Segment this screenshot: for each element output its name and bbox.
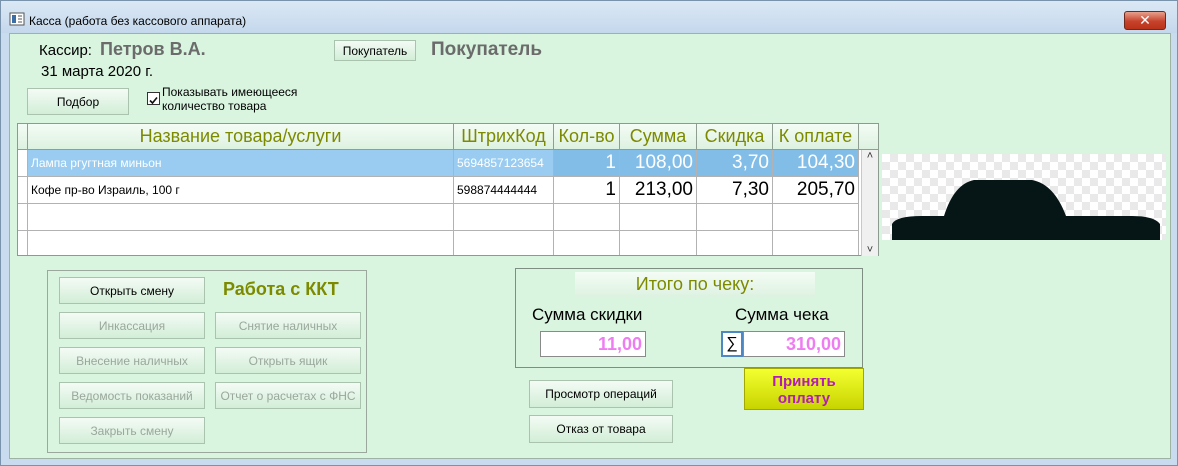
cell-discount[interactable]: 3,70 [697, 150, 773, 177]
app-icon [9, 12, 25, 26]
kkt-panel: Работа с ККТ Открыть смену Инкассация Сн… [47, 270, 367, 453]
col-discount-header[interactable]: Скидка [697, 124, 773, 150]
row-selector [18, 204, 28, 231]
col-sum-header[interactable]: Сумма [620, 124, 697, 150]
check-total-label: Сумма чека [735, 305, 829, 324]
buyer-name: Покупатель [431, 39, 543, 60]
accept-payment-line1: Принять [772, 373, 836, 390]
open-drawer-button[interactable]: Открыть ящик [215, 347, 361, 374]
totals-panel: Итого по чеку: Сумма скидки Сумма чека 1… [515, 268, 863, 368]
scroll-up-icon[interactable]: ˄ [862, 150, 878, 162]
cell-empty [620, 231, 697, 255]
open-shift-button[interactable]: Открыть смену [59, 277, 205, 304]
row-selector[interactable] [18, 150, 28, 177]
cell-empty [697, 204, 773, 231]
cell-empty [697, 231, 773, 255]
app-window: Касса (работа без кассового аппарата) ✕ … [0, 0, 1178, 466]
cell-sum[interactable]: 108,00 [620, 150, 697, 177]
cell-barcode[interactable]: 598874444444 [454, 177, 554, 204]
fns-report-button[interactable]: Отчет о расчетах с ФНС [215, 382, 361, 409]
cell-empty [28, 231, 454, 255]
close-shift-button[interactable]: Закрыть смену [59, 417, 205, 444]
cashier-label: Кассир: [39, 42, 92, 59]
check-icon [149, 96, 158, 105]
scroll-down-icon[interactable]: ˅ [862, 244, 878, 256]
client-area: Кассир: Петров В.А. 31 марта 2020 г. Пок… [9, 33, 1171, 459]
withdraw-cash-button[interactable]: Снятие наличных [215, 312, 361, 339]
cell-empty [773, 231, 859, 255]
cell-empty [454, 231, 554, 255]
cell-empty [773, 204, 859, 231]
window-title: Касса (работа без кассового аппарата) [29, 14, 247, 28]
view-operations-button[interactable]: Просмотр операций [529, 380, 673, 408]
col-qty-header[interactable]: Кол-во [554, 124, 620, 150]
show-stock-checkbox[interactable] [147, 92, 160, 105]
col-name-header[interactable]: Название товара/услуги [28, 124, 454, 150]
table-scrollbar[interactable]: ˄ ˅ [861, 150, 878, 256]
totals-title: Итого по чеку: [575, 272, 815, 297]
cell-topay[interactable]: 205,70 [773, 177, 859, 204]
product-silhouette [892, 180, 1160, 240]
show-stock-label-line2: количество товара [162, 99, 267, 113]
cell-topay[interactable]: 104,30 [773, 150, 859, 177]
row-selector [18, 231, 28, 255]
show-stock-label-line1: Показывать имеющееся [162, 85, 298, 99]
cashier-name: Петров В.А. [100, 39, 206, 59]
check-total-value: 310,00 [743, 331, 845, 357]
sigma-icon[interactable]: ∑ [721, 331, 743, 357]
row-selector-header [18, 124, 28, 150]
cell-empty [28, 204, 454, 231]
show-stock-label: Показывать имеющееся количество товара [162, 85, 297, 113]
cell-name[interactable]: Лампа ргугтная миньон [28, 150, 454, 177]
cell-empty [554, 231, 620, 255]
encashment-button[interactable]: Инкассация [59, 312, 205, 339]
readings-report-button[interactable]: Ведомость показаний [59, 382, 205, 409]
col-topay-header[interactable]: К оплате [773, 124, 859, 150]
pick-button[interactable]: Подбор [27, 88, 129, 115]
cell-discount[interactable]: 7,30 [697, 177, 773, 204]
cell-empty [454, 204, 554, 231]
product-image [882, 154, 1166, 240]
accept-payment-button[interactable]: Принять оплату [744, 368, 864, 410]
corner-header [859, 124, 879, 150]
title-bar[interactable]: Касса (работа без кассового аппарата) ✕ [1, 1, 1177, 33]
cell-barcode[interactable]: 5694857123654 [454, 150, 554, 177]
close-icon: ✕ [1139, 12, 1151, 28]
date-label: 31 марта 2020 г. [41, 63, 154, 80]
accept-payment-line2: оплату [777, 390, 831, 407]
close-button[interactable]: ✕ [1124, 11, 1166, 30]
buyer-button[interactable]: Покупатель [334, 40, 416, 61]
cell-empty [554, 204, 620, 231]
cell-name[interactable]: Кофе пр-во Израиль, 100 г [28, 177, 454, 204]
discount-total-value: 11,00 [540, 331, 646, 357]
cell-qty[interactable]: 1 [554, 177, 620, 204]
deposit-cash-button[interactable]: Внесение наличных [59, 347, 205, 374]
kkt-title: Работа с ККТ [223, 279, 339, 299]
row-selector[interactable] [18, 177, 28, 204]
cell-qty[interactable]: 1 [554, 150, 620, 177]
refuse-item-button[interactable]: Отказ от товара [529, 415, 673, 443]
col-barcode-header[interactable]: ШтрихКод [454, 124, 554, 150]
discount-total-label: Сумма скидки [532, 305, 643, 324]
items-table: Название товара/услуги ШтрихКод Кол-во С… [17, 123, 879, 256]
cell-empty [620, 204, 697, 231]
cell-sum[interactable]: 213,00 [620, 177, 697, 204]
